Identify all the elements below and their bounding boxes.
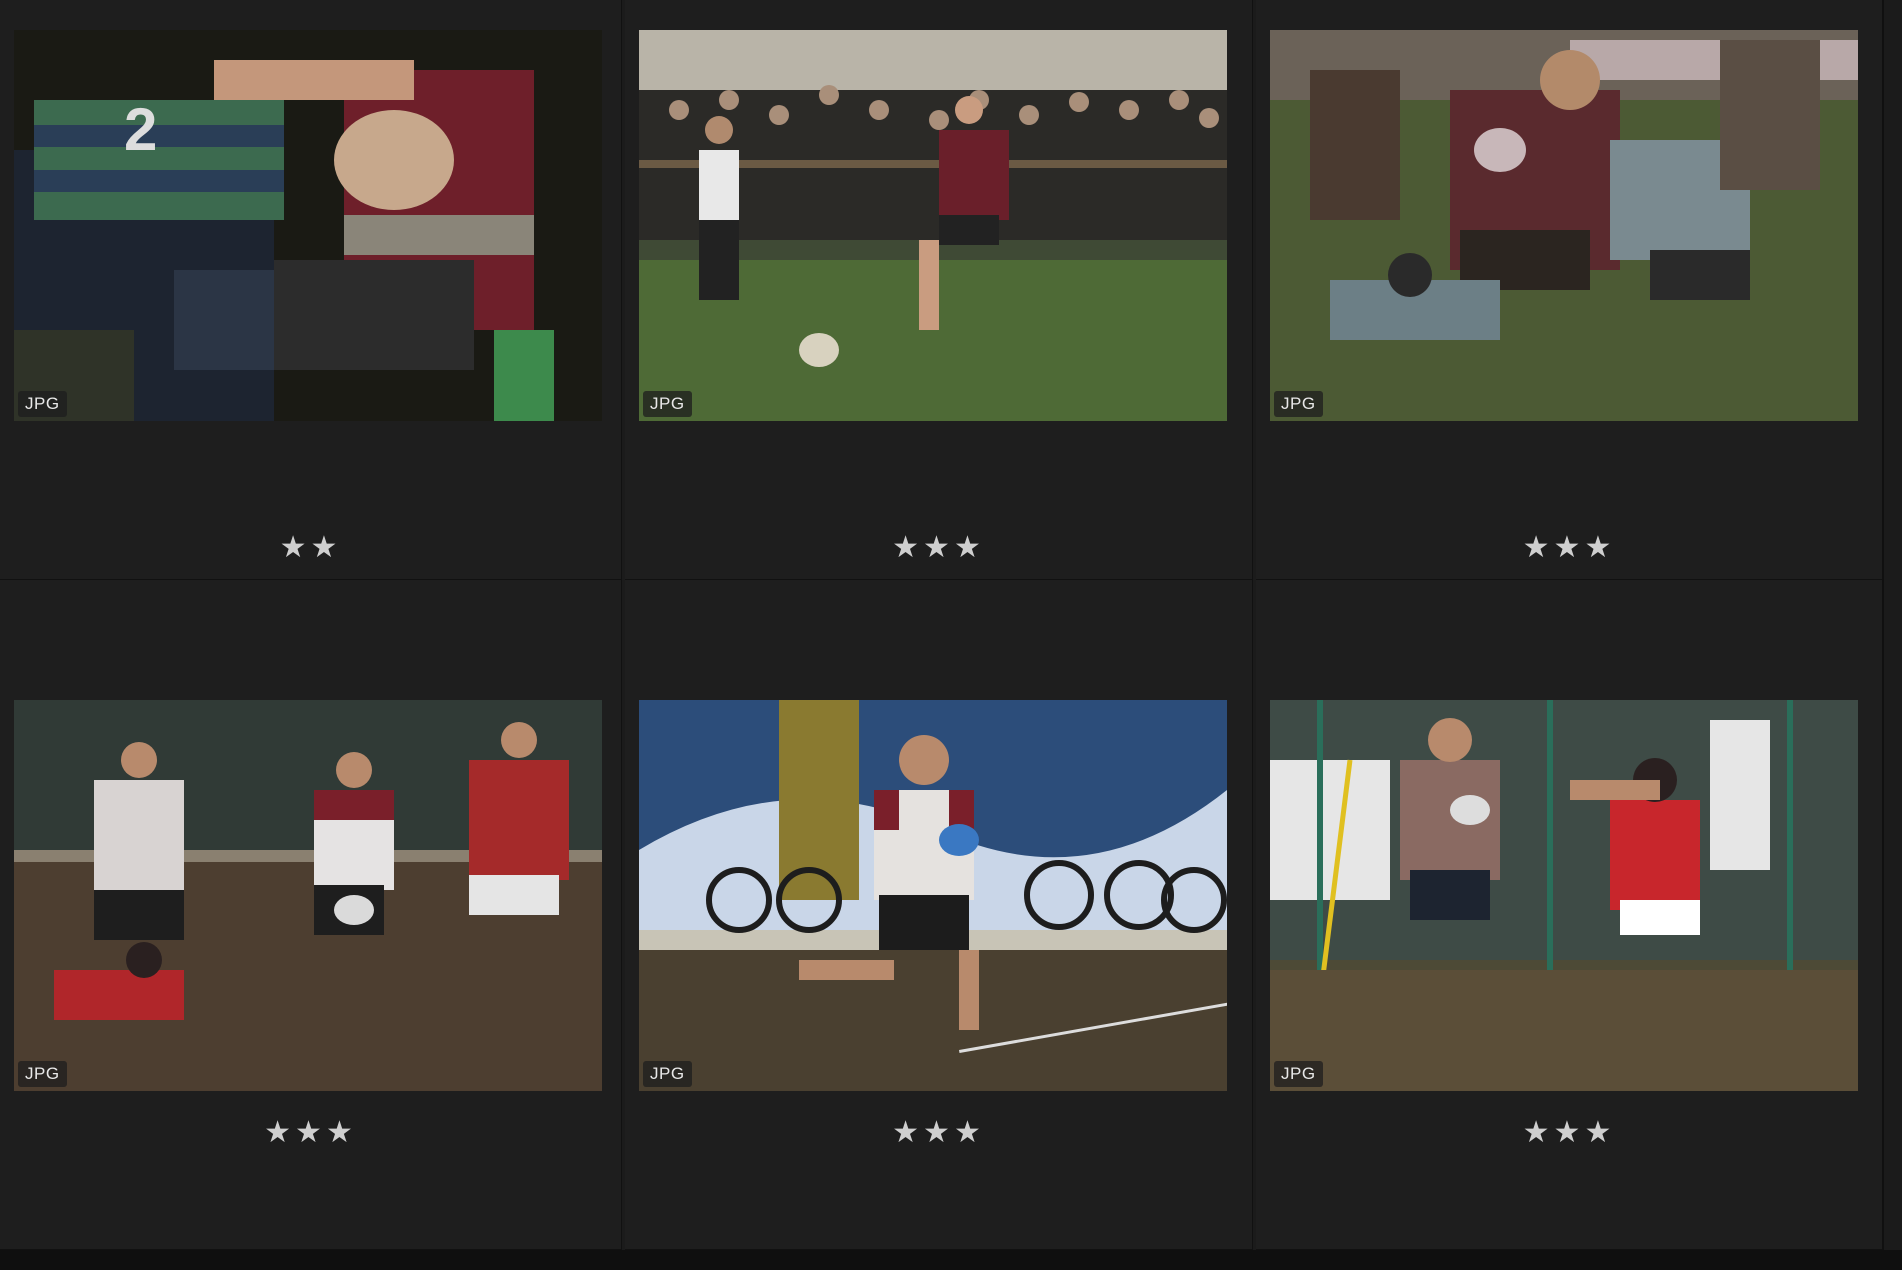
grid-cell[interactable]: JPG ★★★ — [1256, 580, 1883, 1250]
star-rating[interactable]: ★★★ — [0, 1115, 621, 1150]
star-rating[interactable]: ★★★ — [1256, 530, 1882, 565]
star-rating[interactable]: ★★★ — [1256, 1115, 1882, 1150]
photo-grid: 2 JPG ★★ JPG ★★★ JPG ★★★ JPG ★★★ JPG ★★★… — [0, 0, 1883, 1250]
photo-thumbnail-kick[interactable]: JPG — [639, 30, 1227, 421]
file-format-badge: JPG — [18, 391, 67, 417]
photo-thumbnail-fend[interactable]: JPG — [1270, 700, 1858, 1091]
grid-cell[interactable]: JPG ★★★ — [0, 580, 622, 1250]
star-rating[interactable]: ★★ — [0, 530, 621, 565]
photo-thumbnail-mud-run[interactable]: JPG — [1270, 30, 1858, 421]
star-rating[interactable]: ★★★ — [625, 1115, 1252, 1150]
file-format-badge: JPG — [18, 1061, 67, 1087]
photo-thumbnail-scrum[interactable]: 2 JPG — [14, 30, 602, 421]
file-format-badge: JPG — [643, 391, 692, 417]
grid-cell[interactable]: 2 JPG ★★ — [0, 0, 622, 580]
svg-text:2: 2 — [124, 96, 157, 163]
bottom-strip — [0, 1250, 1902, 1270]
file-format-badge: JPG — [643, 1061, 692, 1087]
photo-thumbnail-breakaway[interactable]: JPG — [14, 700, 602, 1091]
file-format-badge: JPG — [1274, 1061, 1323, 1087]
scrollbar-gutter[interactable] — [1882, 0, 1902, 1250]
grid-cell[interactable]: JPG ★★★ — [1256, 0, 1883, 580]
grid-cell[interactable]: JPG ★★★ — [625, 580, 1253, 1250]
star-rating[interactable]: ★★★ — [625, 530, 1252, 565]
file-format-badge: JPG — [1274, 391, 1323, 417]
grid-cell[interactable]: JPG ★★★ — [625, 0, 1253, 580]
photo-thumbnail-sprint[interactable]: JPG — [639, 700, 1227, 1091]
